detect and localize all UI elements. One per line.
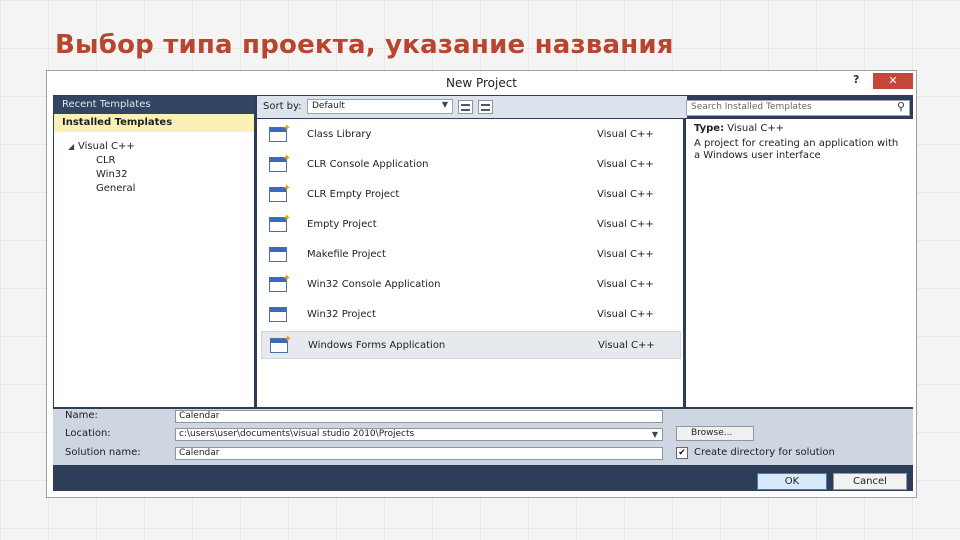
empty-project-icon: ✦ (269, 213, 291, 235)
sort-select[interactable]: Default ▼ (307, 99, 453, 114)
help-button[interactable]: ? (853, 73, 859, 86)
tree-node-clr[interactable]: CLR (68, 154, 135, 168)
solution-name-label: Solution name: (65, 447, 141, 458)
name-label: Name: (65, 410, 98, 421)
template-lang: Visual C++ (597, 189, 654, 200)
cancel-button[interactable]: Cancel (833, 473, 907, 490)
project-form: Name: Calendar Location: c:\users\user\d… (53, 409, 913, 465)
recent-templates-item[interactable]: Recent Templates (54, 96, 254, 114)
template-description: A project for creating an application wi… (694, 138, 899, 161)
search-placeholder: Search Installed Templates (691, 102, 812, 112)
dialog-title: New Project (445, 76, 518, 90)
makefile-project-icon (269, 245, 291, 265)
template-list: ✦ Class Library Visual C++ ✦ CLR Console… (257, 119, 683, 407)
tree-node-label: Visual C++ (78, 141, 135, 152)
list-item[interactable]: Win32 Project Visual C++ (261, 301, 681, 329)
tree-node-general[interactable]: General (68, 182, 135, 196)
template-name: Class Library (307, 129, 372, 140)
console-app-icon: ✦ (269, 153, 291, 175)
list-view-icon[interactable] (478, 100, 493, 114)
browse-button[interactable]: Browse... (676, 426, 754, 441)
chevron-down-icon[interactable]: ▼ (652, 429, 658, 440)
close-button[interactable]: ✕ (873, 73, 913, 89)
list-item[interactable]: ✦ Class Library Visual C++ (261, 121, 681, 149)
create-directory-checkbox[interactable]: ✔ (676, 447, 688, 459)
type-value: Visual C++ (727, 123, 785, 134)
tree-node-win32[interactable]: Win32 (68, 168, 135, 182)
list-item[interactable]: ✦ Win32 Console Application Visual C++ (261, 271, 681, 299)
location-label: Location: (65, 428, 111, 439)
template-name: Empty Project (307, 219, 377, 230)
location-value: c:\users\user\documents\visual studio 20… (179, 429, 415, 439)
class-library-icon: ✦ (269, 123, 291, 145)
list-item-selected[interactable]: ✦ Windows Forms Application Visual C++ (261, 331, 681, 359)
template-lang: Visual C++ (597, 279, 654, 290)
template-name: CLR Console Application (307, 159, 429, 170)
templates-sidebar: Recent Templates Installed Templates ◢ Vi… (54, 96, 254, 407)
template-details: Type: Visual C++ A project for creating … (686, 119, 913, 407)
template-name: Windows Forms Application (308, 340, 446, 351)
name-field[interactable]: Calendar (175, 410, 663, 423)
chevron-down-icon: ▼ (441, 100, 448, 109)
tree-node-visual-cpp[interactable]: ◢ Visual C++ (68, 140, 135, 154)
template-name: CLR Empty Project (307, 189, 400, 200)
solution-name-field[interactable]: Calendar (175, 447, 663, 460)
sort-toolbar: Sort by: Default ▼ (257, 96, 687, 118)
template-lang: Visual C++ (598, 340, 655, 351)
template-lang: Visual C++ (597, 129, 654, 140)
ok-button[interactable]: OK (757, 473, 827, 490)
template-lang: Visual C++ (597, 159, 654, 170)
template-name: Makefile Project (307, 249, 386, 260)
type-label: Type: (694, 123, 725, 134)
installed-templates-item[interactable]: Installed Templates (54, 114, 254, 132)
search-icon[interactable]: ⚲ (897, 100, 905, 113)
dialog-titlebar: New Project ? ✕ (47, 71, 916, 95)
location-field[interactable]: c:\users\user\documents\visual studio 20… (175, 428, 663, 441)
slide-title: Выбор типа проекта, указание названия (55, 30, 674, 60)
sort-value: Default (312, 101, 345, 111)
create-directory-label: Create directory for solution (694, 447, 835, 458)
list-item[interactable]: ✦ CLR Empty Project Visual C++ (261, 181, 681, 209)
list-item[interactable]: ✦ CLR Console Application Visual C++ (261, 151, 681, 179)
template-lang: Visual C++ (597, 249, 654, 260)
template-name: Win32 Console Application (307, 279, 441, 290)
template-lang: Visual C++ (597, 309, 654, 320)
template-name: Win32 Project (307, 309, 376, 320)
template-lang: Visual C++ (597, 219, 654, 230)
list-item[interactable]: ✦ Empty Project Visual C++ (261, 211, 681, 239)
sort-label: Sort by: (263, 101, 302, 112)
windows-forms-icon: ✦ (270, 334, 292, 356)
template-tree: ◢ Visual C++ CLR Win32 General (68, 140, 135, 196)
template-type: Type: Visual C++ (694, 123, 905, 134)
collapse-arrow-icon[interactable]: ◢ (68, 140, 78, 154)
list-item[interactable]: Makefile Project Visual C++ (261, 241, 681, 269)
search-input[interactable]: Search Installed Templates ⚲ (686, 100, 910, 116)
new-project-dialog: New Project ? ✕ Recent Templates Install… (46, 70, 917, 498)
empty-project-icon: ✦ (269, 183, 291, 205)
console-app-icon: ✦ (269, 273, 291, 295)
small-icons-view-icon[interactable] (458, 100, 473, 114)
dialog-body: Recent Templates Installed Templates ◢ Vi… (53, 95, 913, 491)
win32-project-icon (269, 305, 291, 325)
